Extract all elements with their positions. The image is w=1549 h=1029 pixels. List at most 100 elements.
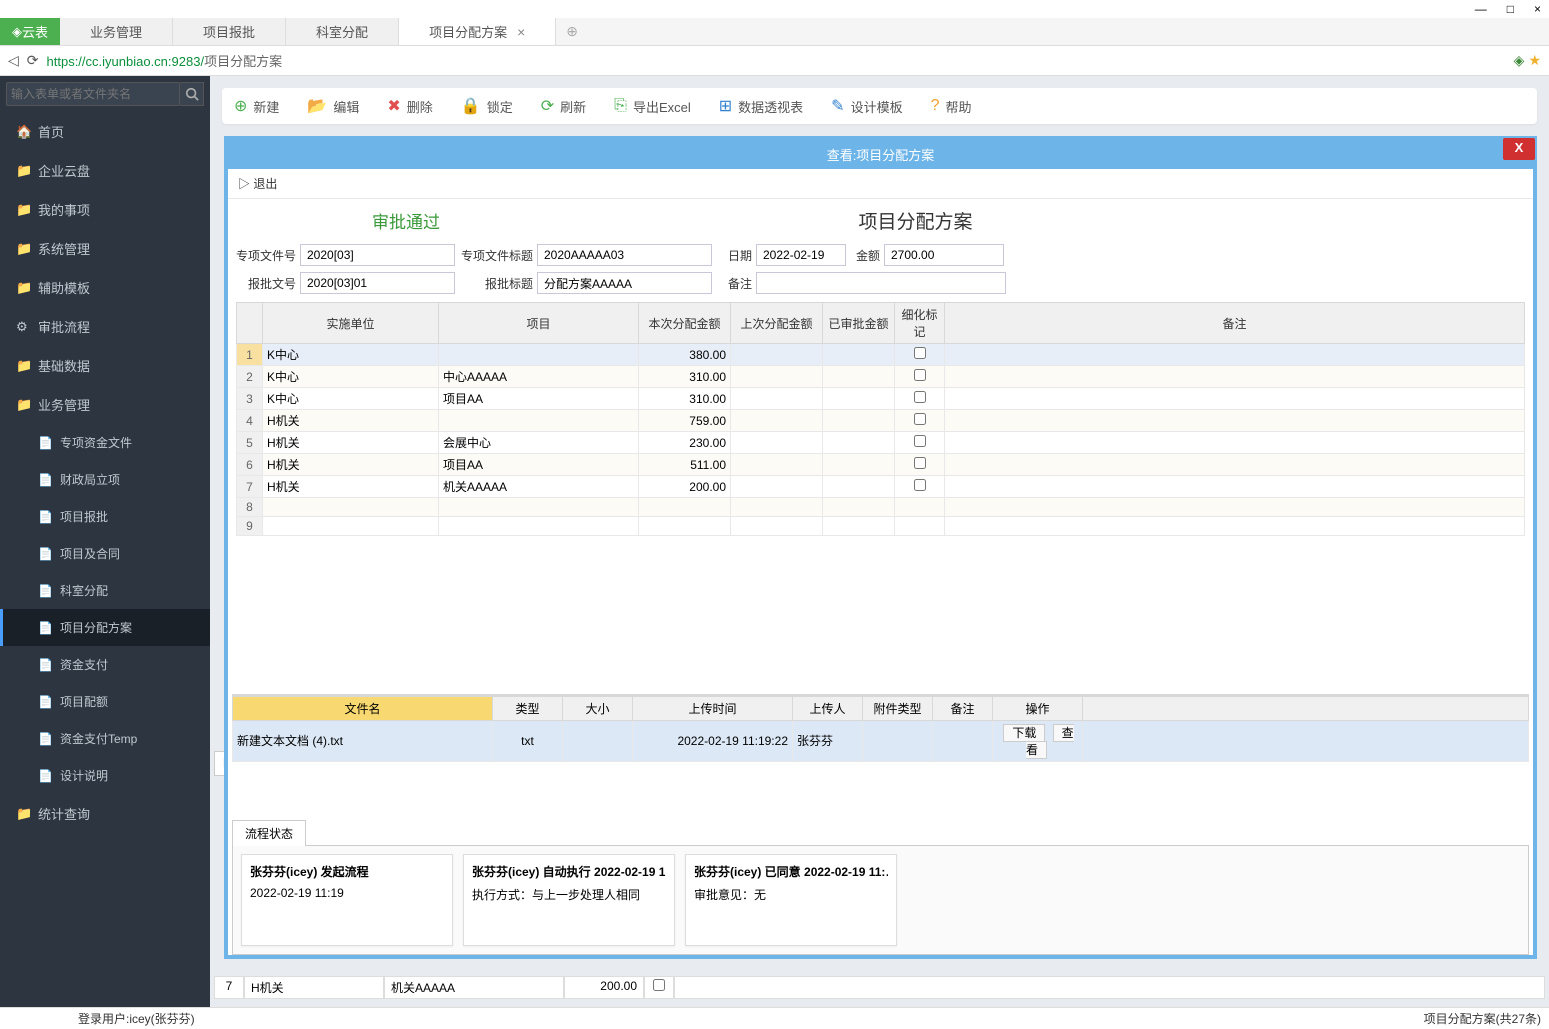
nav-my[interactable]: 📁我的事项 <box>0 190 210 229</box>
nav-base[interactable]: 📁基础数据 <box>0 346 210 385</box>
nav-sub-finance[interactable]: 📄财政局立项 <box>0 461 210 498</box>
nav-sub-pay[interactable]: 📄资金支付 <box>0 646 210 683</box>
fcol-name[interactable]: 文件名 <box>233 696 493 720</box>
nav-sub-paytemp[interactable]: 📄资金支付Temp <box>0 720 210 757</box>
nav-sub-allocation[interactable]: 📄项目分配方案 <box>0 609 210 646</box>
design-button[interactable]: ✎设计模板 <box>831 96 902 116</box>
tab-dept[interactable]: 科室分配 <box>286 18 399 45</box>
fcol-remark[interactable]: 备注 <box>933 696 993 720</box>
detail-checkbox[interactable] <box>914 347 926 359</box>
nav-stats[interactable]: 📁统计查询 <box>0 794 210 833</box>
detail-checkbox[interactable] <box>914 391 926 403</box>
new-button[interactable]: ⊕新建 <box>234 96 279 116</box>
flow-tab[interactable]: 流程状态 <box>232 820 306 846</box>
refresh-toolbar-button[interactable]: ⟳刷新 <box>541 96 586 116</box>
help-button[interactable]: ?帮助 <box>931 97 972 116</box>
fcol-attype[interactable]: 附件类型 <box>863 696 933 720</box>
nav-label: 专项资金文件 <box>60 434 132 451</box>
back-button[interactable]: ◁ <box>8 52 19 69</box>
detail-checkbox[interactable] <box>914 479 926 491</box>
detail-checkbox[interactable] <box>914 413 926 425</box>
exit-button[interactable]: ▷ 退出 <box>238 177 277 191</box>
tab-business[interactable]: 业务管理 <box>60 18 173 45</box>
nav-cloud[interactable]: 📁企业云盘 <box>0 151 210 190</box>
lock-button[interactable]: 🔒锁定 <box>461 96 513 116</box>
delete-button[interactable]: ✖删除 <box>387 96 432 116</box>
cell-proj: 中心AAAAA <box>439 366 639 388</box>
nav-sub-contract[interactable]: 📄项目及合同 <box>0 535 210 572</box>
cell-prev <box>731 410 823 432</box>
doc-icon: 📄 <box>38 584 52 598</box>
table-row[interactable]: 6H机关项目AA511.00 <box>237 454 1525 476</box>
nav-system[interactable]: 📁系统管理 <box>0 229 210 268</box>
col-prev[interactable]: 上次分配金额 <box>731 303 823 344</box>
nav-sub-design[interactable]: 📄设计说明 <box>0 757 210 794</box>
tab-close-icon[interactable]: × <box>517 24 525 40</box>
ext-icon[interactable]: ◈ <box>1514 52 1525 69</box>
file-title-input[interactable] <box>537 244 712 266</box>
nav-sub-dept[interactable]: 📄科室分配 <box>0 572 210 609</box>
flow-card[interactable]: 张芬芬(icey) 已同意 2022-02-19 11:… 审批意见：无 <box>685 854 897 946</box>
fcol-size[interactable]: 大小 <box>563 696 633 720</box>
nav-sub-quota[interactable]: 📄项目配额 <box>0 683 210 720</box>
nav-sub-fund[interactable]: 📄专项资金文件 <box>0 424 210 461</box>
col-remark[interactable]: 备注 <box>945 303 1525 344</box>
detail-checkbox[interactable] <box>914 457 926 469</box>
detail-checkbox[interactable] <box>914 369 926 381</box>
nav-flow[interactable]: ⚙审批流程 <box>0 307 210 346</box>
file-row[interactable]: 新建文本文档 (4).txt txt 2022-02-19 11:19:22 张… <box>233 720 1529 761</box>
bg-unit: H机关 <box>244 976 384 999</box>
table-row[interactable]: 9 <box>237 517 1525 536</box>
tab-add-button[interactable]: ⊕ <box>556 18 588 45</box>
nav-biz[interactable]: 📁业务管理 <box>0 385 210 424</box>
star-icon[interactable]: ★ <box>1528 52 1541 69</box>
close-window-button[interactable]: × <box>1534 2 1541 16</box>
approve-no-input[interactable] <box>300 272 455 294</box>
col-approved[interactable]: 已审批金额 <box>823 303 895 344</box>
table-row[interactable]: 4H机关759.00 <box>237 410 1525 432</box>
col-unit[interactable]: 实施单位 <box>263 303 439 344</box>
fcol-type[interactable]: 类型 <box>493 696 563 720</box>
col-amt[interactable]: 本次分配金额 <box>639 303 731 344</box>
maximize-button[interactable]: □ <box>1507 2 1514 16</box>
nav-aux[interactable]: 📁辅助模板 <box>0 268 210 307</box>
date-input[interactable] <box>756 244 846 266</box>
download-button[interactable]: 下载 <box>1003 724 1045 742</box>
exit-label: 退出 <box>253 177 277 191</box>
table-row[interactable]: 5H机关会展中心230.00 <box>237 432 1525 454</box>
flow-card[interactable]: 张芬芬(icey) 发起流程 2022-02-19 11:19 <box>241 854 453 946</box>
search-input[interactable] <box>6 82 180 106</box>
modal-close-button[interactable]: X <box>1503 138 1535 160</box>
col-detail[interactable]: 细化标记 <box>895 303 945 344</box>
table-row[interactable]: 2K中心中心AAAAA310.00 <box>237 366 1525 388</box>
nav-home[interactable]: 🏠首页 <box>0 112 210 151</box>
cell-remark <box>945 498 1525 517</box>
fcol-user[interactable]: 上传人 <box>793 696 863 720</box>
pivot-button[interactable]: ⊞数据透视表 <box>719 96 803 116</box>
url-text[interactable]: https://cc.iyunbiao.cn:9283/项目分配方案 <box>47 51 1514 70</box>
refresh-button[interactable]: ⟳ <box>27 52 39 69</box>
file-no-input[interactable] <box>300 244 455 266</box>
nav-sub-approval[interactable]: 📄项目报批 <box>0 498 210 535</box>
table-row[interactable]: 1K中心380.00 <box>237 344 1525 366</box>
design-icon: ✎ <box>831 96 844 116</box>
fcol-op[interactable]: 操作 <box>993 696 1083 720</box>
amount-input[interactable] <box>884 244 1004 266</box>
bg-checkbox[interactable] <box>653 979 665 991</box>
fcol-time[interactable]: 上传时间 <box>633 696 793 720</box>
detail-checkbox[interactable] <box>914 435 926 447</box>
table-row[interactable]: 3K中心项目AA310.00 <box>237 388 1525 410</box>
export-button[interactable]: ⎘导出Excel <box>614 97 691 116</box>
table-row[interactable]: 7H机关机关AAAAA200.00 <box>237 476 1525 498</box>
cell-remark <box>945 454 1525 476</box>
tab-allocation[interactable]: 项目分配方案 × <box>399 18 556 45</box>
approve-title-input[interactable] <box>537 272 712 294</box>
minimize-button[interactable]: — <box>1475 2 1487 16</box>
tab-approval[interactable]: 项目报批 <box>173 18 286 45</box>
remark-input[interactable] <box>756 272 1006 294</box>
col-proj[interactable]: 项目 <box>439 303 639 344</box>
flow-card[interactable]: 张芬芬(icey) 自动执行 2022-02-19 1… 执行方式：与上一步处理… <box>463 854 675 946</box>
search-button[interactable] <box>180 82 204 106</box>
table-row[interactable]: 8 <box>237 498 1525 517</box>
edit-button[interactable]: 📂编辑 <box>307 96 359 116</box>
